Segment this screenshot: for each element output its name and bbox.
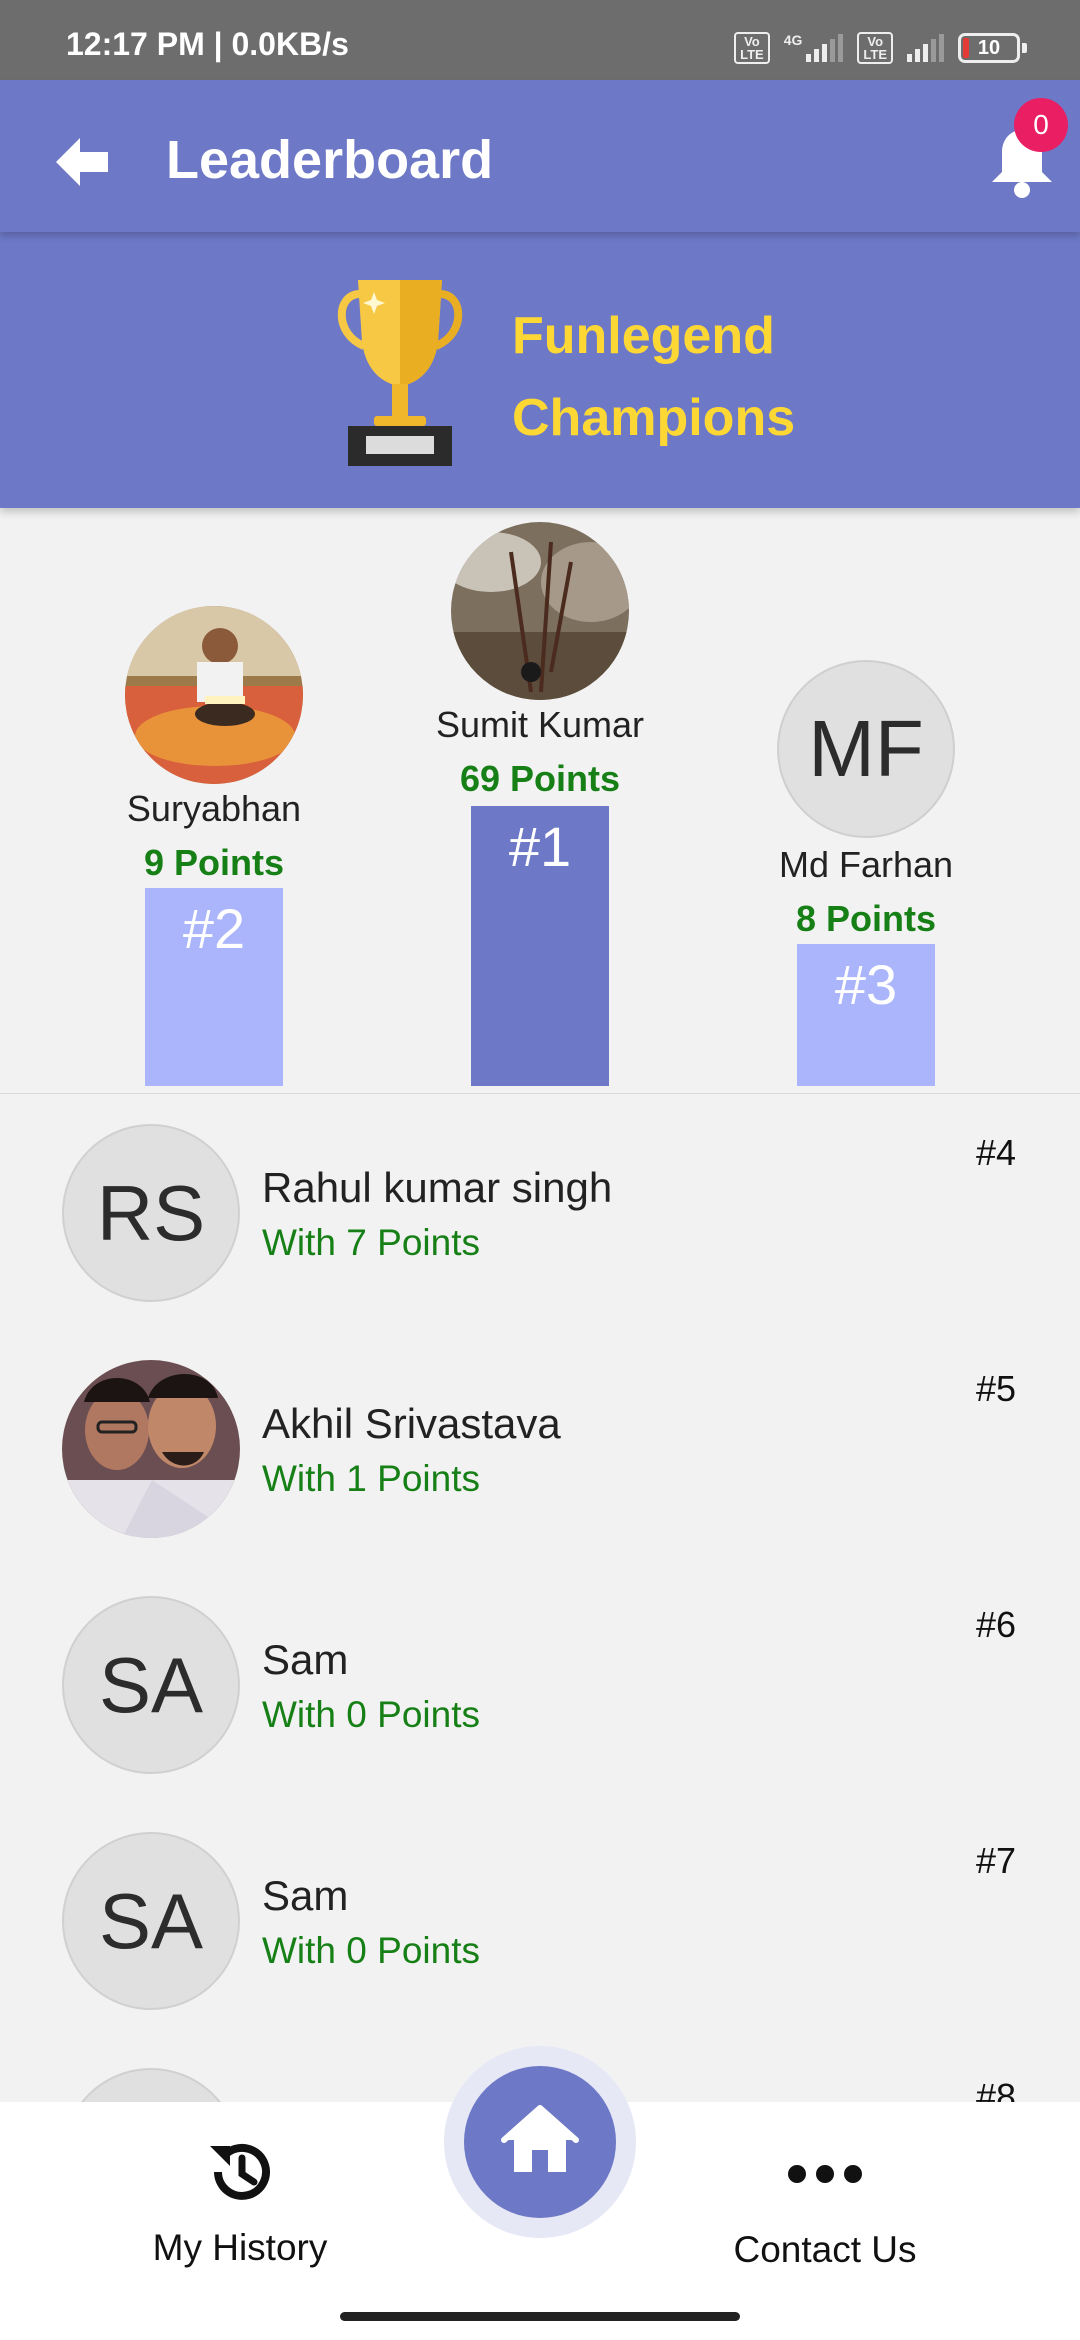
status-icons: Vo LTE 4G Vo LTE 10	[734, 30, 1027, 66]
player-rank: #5	[975, 1368, 1016, 1409]
signal-icon-2	[907, 34, 944, 62]
podium-name: Sumit Kumar	[435, 704, 645, 745]
gesture-bar[interactable]	[340, 2312, 740, 2321]
network-type-label: 4G	[783, 32, 803, 48]
list-item[interactable]: Akhil Srivastava With 1 Points #5	[0, 1330, 1080, 1566]
nav-my-history[interactable]: My History	[120, 2132, 360, 2269]
player-points: With 0 Points	[262, 1930, 480, 1971]
battery-icon: 10	[958, 33, 1027, 63]
podium-name: Suryabhan	[126, 788, 302, 829]
ranking-list: RS Rahul kumar singh With 7 Points #4 Ak…	[0, 1094, 1080, 2102]
home-button[interactable]	[464, 2066, 616, 2218]
list-item[interactable]: RS Rahul kumar singh With 7 Points #4	[0, 1094, 1080, 1330]
podium-bar-third: #3	[797, 944, 935, 1086]
list-item[interactable]: SA Sam With 0 Points #6	[0, 1566, 1080, 1802]
trophy-icon	[337, 280, 463, 466]
volte-icon: Vo LTE	[734, 32, 770, 64]
avatar-initials: SA	[62, 1832, 240, 2010]
status-time: 12:17 PM | 0.0KB/s	[66, 26, 349, 62]
podium-points: 8 Points	[795, 898, 937, 939]
podium-bar-second: #2	[145, 888, 283, 1086]
player-name: Akhil Srivastava	[262, 1400, 561, 1447]
signal-icon	[806, 34, 844, 62]
banner-title-line1: Funlegend	[512, 307, 775, 365]
player-rank: #8	[975, 2076, 1016, 2102]
podium-points: 9 Points	[143, 842, 285, 883]
back-button[interactable]	[46, 126, 118, 198]
arrow-left-icon	[56, 138, 108, 186]
status-bar: 12:17 PM | 0.0KB/s Vo LTE 4G Vo LTE 10	[0, 0, 1080, 80]
podium-points: 69 Points	[459, 758, 621, 799]
player-points: With 1 Points	[262, 1458, 480, 1499]
nav-contact-us[interactable]: Contact Us	[700, 2132, 950, 2271]
avatar	[451, 522, 629, 700]
home-icon	[501, 2105, 579, 2172]
nav-my-history-label: My History	[152, 2227, 328, 2268]
avatar	[62, 1360, 240, 1538]
banner-title-line2: Champions	[512, 389, 796, 447]
avatar-initials	[62, 2068, 240, 2102]
battery-level: 10	[977, 37, 1001, 59]
podium: Sumit Kumar 69 Points #1 Suryabhan 9 Poi…	[0, 508, 1080, 1094]
player-name: Rahul kumar singh	[262, 1164, 613, 1211]
player-rank: #7	[975, 1840, 1016, 1881]
avatar-initials: MF	[777, 660, 955, 838]
more-dots-icon	[788, 2165, 862, 2183]
avatar-initials: SA	[62, 1596, 240, 1774]
avatar-initials: RS	[62, 1124, 240, 1302]
app-bar: Leaderboard 0	[0, 80, 1080, 232]
notification-count-badge[interactable]: 0	[1014, 98, 1068, 152]
player-rank: #4	[975, 1132, 1016, 1173]
player-points: With 7 Points	[262, 1222, 480, 1263]
page-title: Leaderboard	[166, 130, 494, 190]
nav-contact-us-label: Contact Us	[733, 2229, 917, 2270]
list-item[interactable]: SA Sam With 0 Points #7	[0, 1802, 1080, 2038]
volte-icon-2: Vo LTE	[857, 32, 893, 64]
player-name: Sam	[262, 1636, 349, 1683]
player-points: With 0 Points	[262, 1694, 480, 1735]
podium-name: Md Farhan	[778, 844, 954, 885]
history-icon	[210, 2143, 270, 2200]
avatar	[125, 606, 303, 784]
player-rank: #6	[975, 1604, 1016, 1645]
podium-bar-first: #1	[471, 806, 609, 1086]
champions-banner: Funlegend Champions	[0, 232, 1080, 508]
player-name: Sam	[262, 1872, 349, 1919]
